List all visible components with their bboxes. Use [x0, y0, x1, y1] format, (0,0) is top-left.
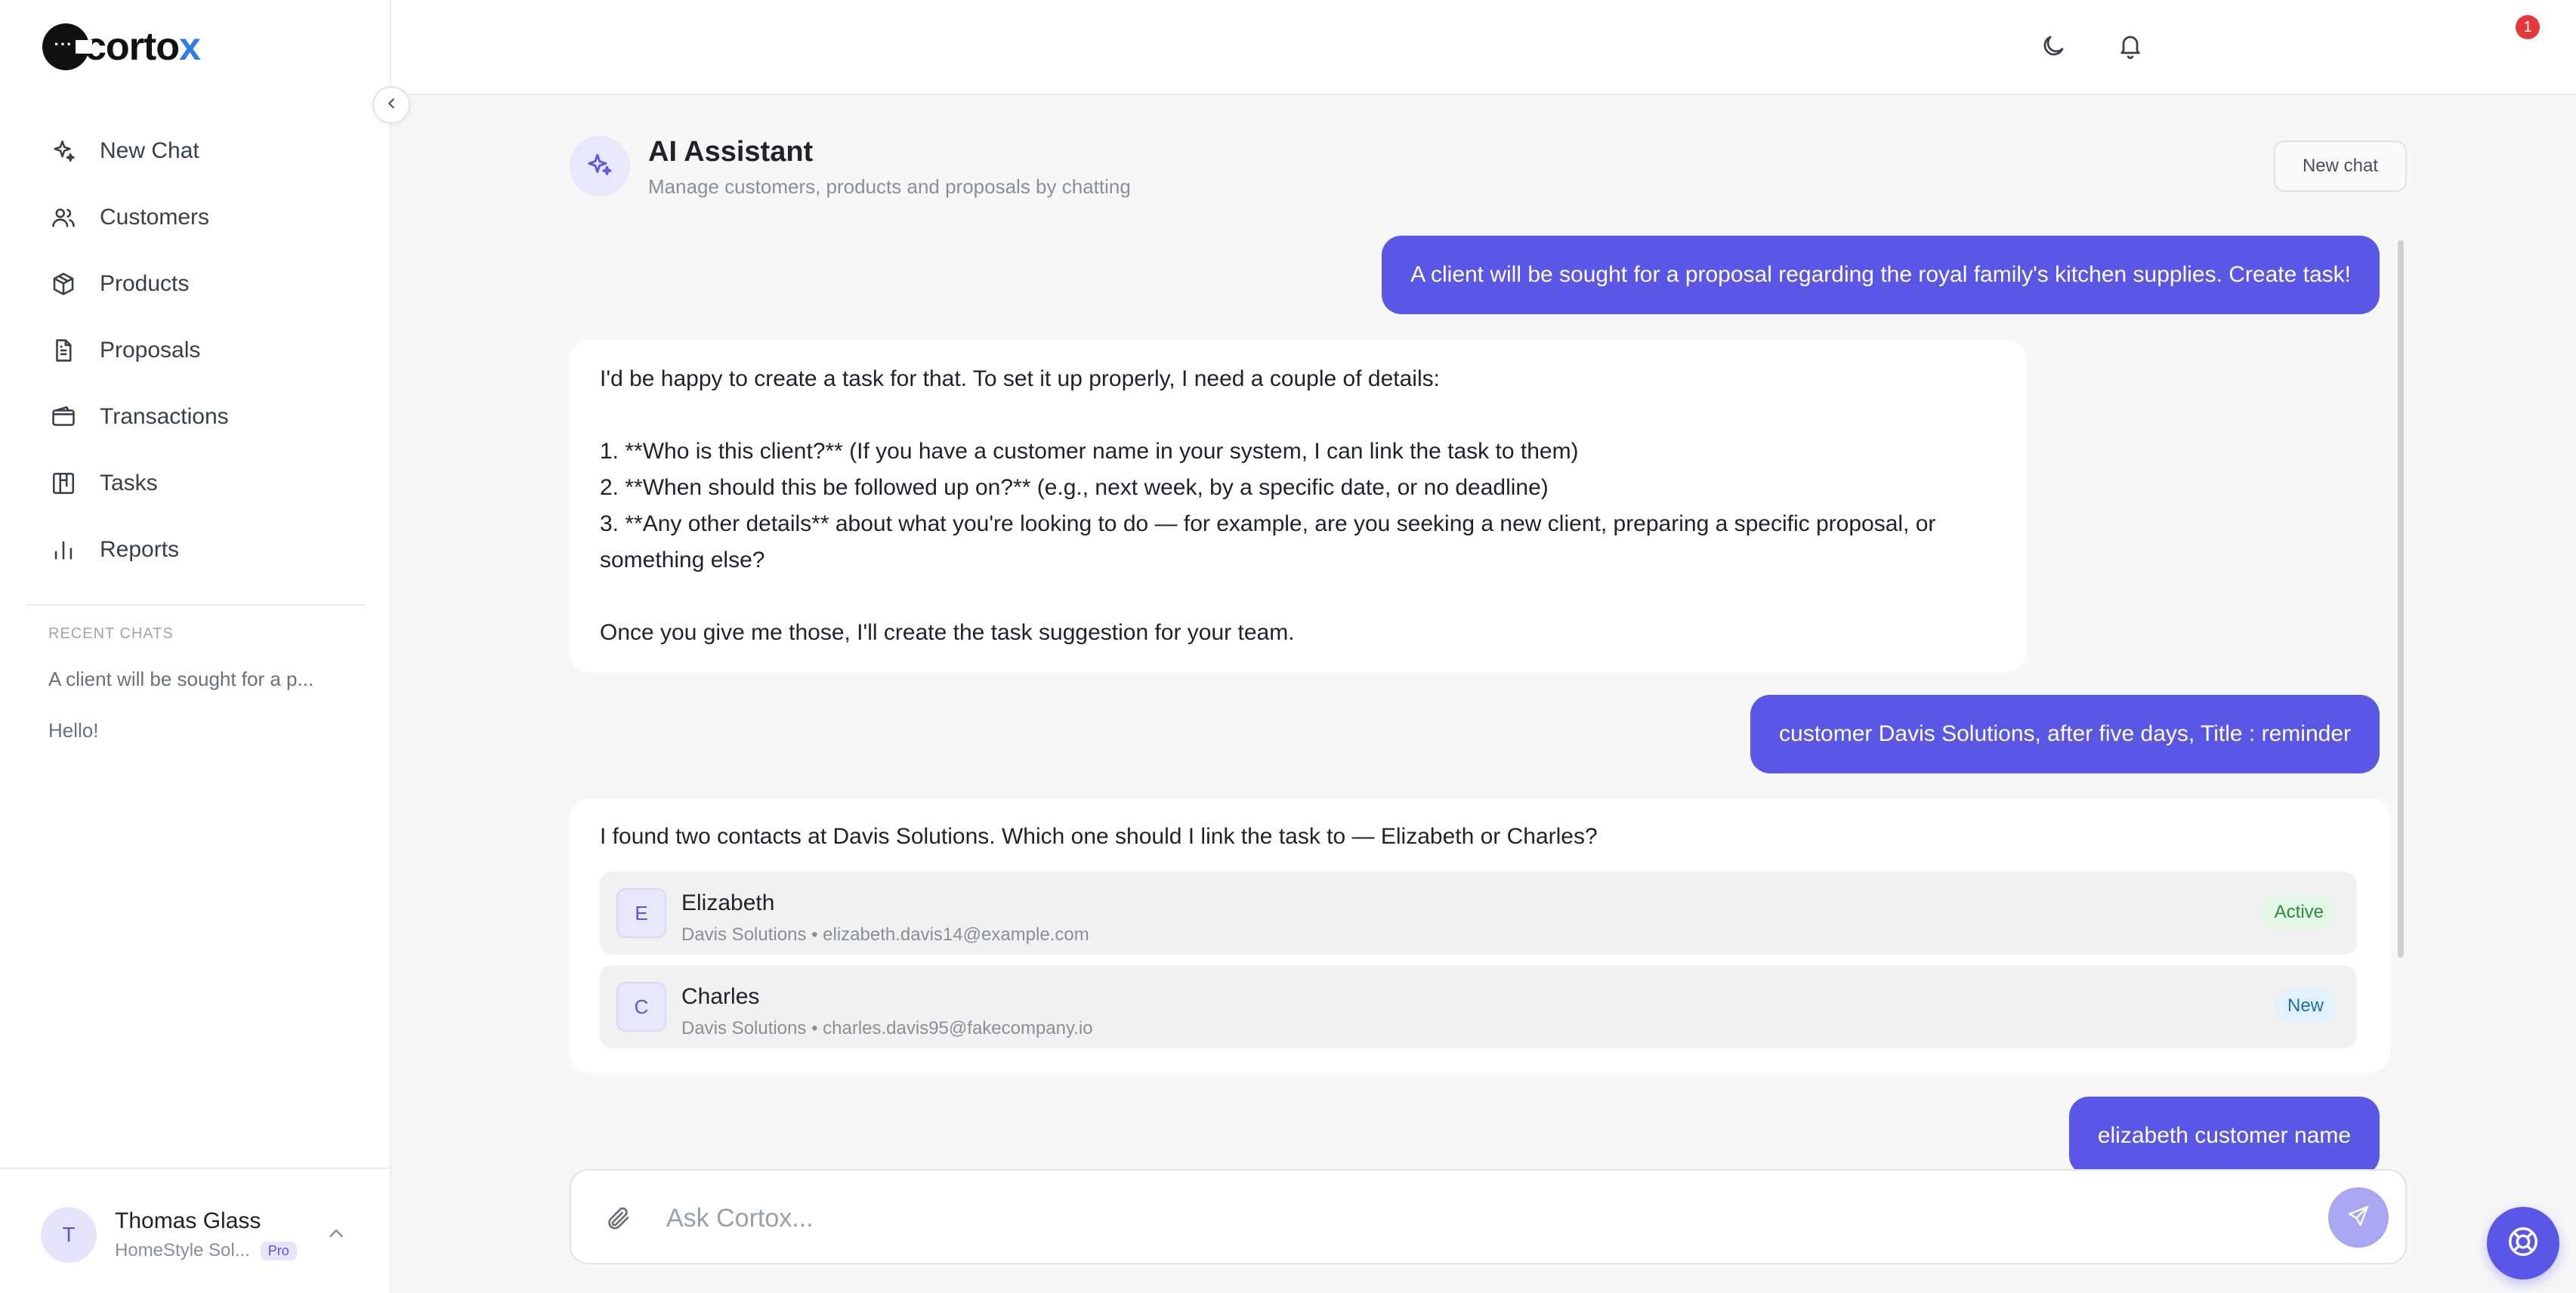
notifications-button[interactable] — [2111, 29, 2149, 66]
send-button[interactable] — [2328, 1187, 2389, 1248]
message-line: something else? — [600, 548, 765, 572]
avatar: T — [41, 1207, 97, 1263]
status-badge: Active — [2260, 896, 2337, 929]
paperclip-icon[interactable] — [601, 1201, 636, 1236]
contact-meta: Davis Solutions • elizabeth.davis14@exam… — [681, 924, 1089, 945]
sidebar-item-label: Reports — [100, 537, 180, 562]
top-bar — [391, 0, 2576, 95]
sidebar-item-reports[interactable]: Reports — [30, 517, 363, 583]
chat-input[interactable] — [666, 1190, 2283, 1246]
contact-card-charles[interactable]: C Charles Davis Solutions • charles.davi… — [600, 965, 2357, 1048]
send-icon — [2346, 1204, 2371, 1232]
sidebar: ··· cortox New Chat Customers Products P… — [0, 0, 391, 1293]
user-panel[interactable]: T Thomas Glass HomeStyle Sol... Pro — [0, 1168, 390, 1293]
message-line: Once you give me those, I'll create the … — [600, 620, 1295, 645]
message-line: 2. **When should this be followed up on?… — [600, 475, 1549, 500]
status-badge: New — [2273, 989, 2337, 1023]
sidebar-item-label: Products — [100, 271, 190, 296]
chat-scrollbar[interactable] — [2398, 240, 2404, 958]
message-line: I found two contacts at Davis Solutions.… — [600, 824, 1598, 849]
sidebar-item-label: New Chat — [100, 138, 199, 163]
contact-name: Charles — [681, 984, 760, 1009]
page-title: AI Assistant — [648, 136, 814, 168]
notification-badge: 1 — [2516, 15, 2540, 39]
logo-text: cortox — [85, 25, 201, 69]
box-icon — [50, 270, 77, 298]
sidebar-item-label: Transactions — [100, 404, 229, 429]
contact-avatar: C — [616, 982, 666, 1032]
message-line: I'd be happy to create a task for that. … — [600, 366, 1440, 391]
sidebar-item-new-chat[interactable]: New Chat — [30, 118, 363, 184]
logo-mark: ··· — [42, 23, 92, 70]
message-line: 1. **Who is this client?** (If you have … — [600, 439, 1579, 464]
recent-chat-item[interactable]: Hello! — [48, 719, 98, 742]
user-name: Thomas Glass — [115, 1208, 261, 1233]
dark-mode-toggle[interactable] — [2034, 29, 2072, 66]
plan-badge: Pro — [260, 1241, 297, 1261]
document-icon — [50, 337, 77, 364]
users-icon — [50, 204, 77, 231]
chat-thread: A client will be sought for a proposal r… — [570, 234, 2390, 1171]
contact-card-elizabeth[interactable]: E Elizabeth Davis Solutions • elizabeth.… — [600, 872, 2357, 955]
message-line: 3. **Any other details** about what you'… — [600, 511, 1936, 536]
sparkle-icon — [585, 150, 614, 183]
sidebar-item-tasks[interactable]: Tasks — [30, 450, 363, 517]
contact-meta: Davis Solutions • charles.davis95@fakeco… — [681, 1018, 1093, 1038]
sidebar-item-proposals[interactable]: Proposals — [30, 317, 363, 384]
page-subtitle: Manage customers, products and proposals… — [648, 175, 1131, 198]
user-message: A client will be sought for a proposal r… — [1382, 236, 2380, 314]
assistant-avatar — [570, 136, 630, 196]
recent-chat-item[interactable]: A client will be sought for a p... — [48, 668, 314, 691]
help-button[interactable] — [2487, 1207, 2559, 1279]
sidebar-item-products[interactable]: Products — [30, 251, 363, 317]
lifebuoy-icon — [2506, 1224, 2540, 1263]
chevron-left-icon — [383, 95, 400, 116]
user-message: customer Davis Solutions, after five day… — [1750, 695, 2380, 773]
new-chat-button[interactable]: New chat — [2274, 140, 2407, 192]
assistant-message: I'd be happy to create a task for that. … — [570, 340, 2026, 672]
sidebar-item-label: Customers — [100, 205, 210, 230]
user-org: HomeStyle Sol... Pro — [115, 1240, 297, 1261]
bar-chart-icon — [50, 536, 77, 563]
sidebar-divider — [26, 604, 366, 606]
logo[interactable]: ··· cortox — [42, 21, 201, 73]
bell-icon — [2117, 32, 2144, 63]
wallet-icon — [50, 403, 77, 430]
collapse-sidebar-button[interactable] — [372, 86, 410, 124]
recent-chats-label: RECENT CHATS — [48, 625, 174, 642]
user-message: elizabeth customer name — [2068, 1097, 2380, 1171]
chevron-up-icon[interactable] — [325, 1222, 347, 1248]
sparkle-icon — [50, 137, 77, 165]
user-org-name: HomeStyle Sol... — [115, 1240, 250, 1261]
sidebar-item-label: Tasks — [100, 471, 158, 495]
sidebar-item-customers[interactable]: Customers — [30, 184, 363, 251]
assistant-message: I found two contacts at Davis Solutions.… — [570, 799, 2390, 1072]
moon-icon — [2040, 32, 2067, 63]
contact-avatar: E — [616, 888, 666, 938]
sidebar-item-transactions[interactable]: Transactions — [30, 384, 363, 450]
contact-name: Elizabeth — [681, 890, 775, 915]
message-composer — [570, 1169, 2407, 1264]
sidebar-item-label: Proposals — [100, 338, 201, 363]
board-icon — [50, 470, 77, 497]
sidebar-nav: New Chat Customers Products Proposals Tr… — [30, 118, 363, 583]
